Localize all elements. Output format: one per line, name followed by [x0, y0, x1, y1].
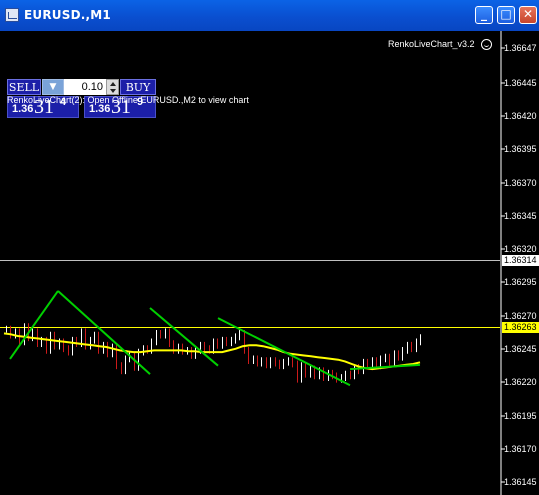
axis-tick-label: 1.36320: [504, 244, 537, 254]
title-bar[interactable]: EURUSD.,M1 _ □ ✕: [0, 0, 539, 31]
axis-tick-label: 1.36647: [504, 43, 537, 53]
maximize-button[interactable]: □: [497, 6, 515, 24]
axis-tick-label: 1.36145: [504, 477, 537, 487]
lot-size-input[interactable]: 0.10: [64, 79, 106, 95]
expert-smiley-icon: [481, 39, 492, 50]
envelope-segment: [57, 290, 151, 375]
indicator-status-text: RenkoLiveChart(2): Open Offline EURUSD.,…: [7, 95, 249, 105]
moving-average-line: [3, 332, 421, 371]
indicator-label: RenkoLiveChart_v3.2: [388, 39, 475, 49]
axis-tick-label: 1.36370: [504, 178, 537, 188]
window-title: EURUSD.,M1: [24, 8, 111, 22]
sell-button[interactable]: SELL: [7, 79, 41, 95]
axis-tick-label: 1.36445: [504, 78, 537, 88]
axis-tick-label: 1.36220: [504, 377, 537, 387]
level-price-tag: 1.36263: [502, 322, 539, 333]
axis-tick-label: 1.36420: [504, 111, 537, 121]
close-button[interactable]: ✕: [519, 6, 537, 24]
bid-price-tag: 1.36314: [502, 255, 539, 266]
chart-window-icon: [5, 8, 19, 22]
axis-tick-label: 1.36295: [504, 277, 537, 287]
axis-tick-label: 1.36345: [504, 211, 537, 221]
minimize-button[interactable]: _: [475, 6, 493, 24]
lot-dropdown-arrow-icon[interactable]: ▼: [42, 79, 64, 95]
price-chart[interactable]: SELL ▼ 0.10 BUY 1.36 31 4 1.36 31 9 Renk…: [0, 31, 539, 495]
axis-tick-label: 1.36195: [504, 411, 537, 421]
lot-spinner-icon[interactable]: [106, 79, 119, 95]
axis-tick-label: 1.36395: [504, 144, 537, 154]
chart-window: EURUSD.,M1 _ □ ✕ SELL ▼ 0.10 BUY 1.36 31…: [0, 0, 539, 495]
axis-tick-label: 1.36170: [504, 444, 537, 454]
envelope-segment: [217, 317, 351, 387]
axis-tick-label: 1.36270: [504, 311, 537, 321]
buy-button[interactable]: BUY: [120, 79, 156, 95]
axis-tick-label: 1.36245: [504, 344, 537, 354]
